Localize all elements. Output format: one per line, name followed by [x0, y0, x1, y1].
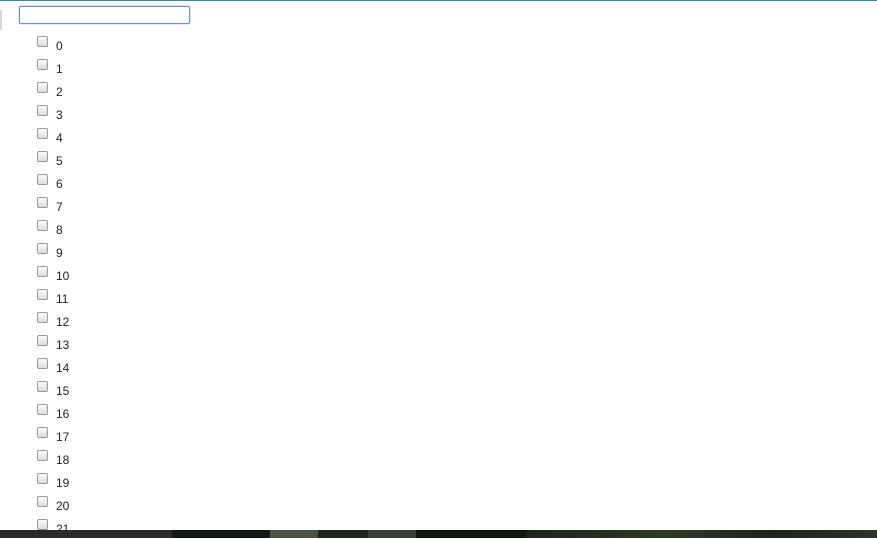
list-item: 12: [37, 309, 69, 332]
item-label: 13: [56, 337, 70, 352]
bottom-strip-segment: [318, 530, 368, 538]
list-item: 20: [37, 493, 69, 516]
checkbox[interactable]: [37, 266, 48, 277]
top-border: [0, 0, 877, 1]
list-item: 16: [37, 401, 69, 424]
item-label: 20: [56, 498, 70, 513]
bottom-strip-segment: [526, 530, 877, 538]
bottom-strip-segment: [270, 530, 318, 538]
list-item: 11: [37, 286, 69, 309]
item-label: 17: [56, 429, 70, 444]
checkbox[interactable]: [37, 82, 48, 93]
checkbox[interactable]: [37, 358, 48, 369]
item-label: 14: [56, 360, 70, 375]
list-item: 10: [37, 263, 69, 286]
list-item: 8: [37, 217, 69, 240]
item-label: 11: [56, 291, 69, 306]
list-item: 14: [37, 355, 69, 378]
item-label: 7: [56, 199, 63, 214]
item-label: 0: [56, 38, 63, 53]
item-label: 3: [56, 107, 63, 122]
bottom-strip-segment: [368, 530, 416, 538]
list-item: 15: [37, 378, 69, 401]
checkbox[interactable]: [37, 312, 48, 323]
list-item: 13: [37, 332, 69, 355]
item-label: 1: [56, 61, 63, 76]
checkbox[interactable]: [37, 496, 48, 507]
item-label: 12: [56, 314, 70, 329]
checkbox[interactable]: [37, 473, 48, 484]
checkbox[interactable]: [37, 404, 48, 415]
item-label: 15: [56, 383, 70, 398]
checkbox[interactable]: [37, 243, 48, 254]
item-label: 6: [56, 176, 63, 191]
item-label: 4: [56, 130, 63, 145]
checkbox[interactable]: [37, 450, 48, 461]
left-edge-mark: [0, 10, 2, 30]
list-item: 4: [37, 125, 69, 148]
item-label: 10: [56, 268, 70, 283]
checkbox[interactable]: [37, 427, 48, 438]
checkbox[interactable]: [37, 36, 48, 47]
checkbox[interactable]: [37, 381, 48, 392]
bottom-strip: [0, 530, 877, 538]
checkbox[interactable]: [37, 174, 48, 185]
item-label: 8: [56, 222, 63, 237]
checkbox[interactable]: [37, 151, 48, 162]
checkbox-list: 0 1 2 3 4 5 6 7 8 9 10 11 12 13 14 15 16 17 18 19 20 21: [37, 33, 69, 539]
list-item: 7: [37, 194, 69, 217]
checkbox[interactable]: [37, 128, 48, 139]
list-item: 1: [37, 56, 69, 79]
list-item: 5: [37, 148, 69, 171]
list-item: 18: [37, 447, 69, 470]
bottom-strip-segment: [172, 530, 270, 538]
list-item: 2: [37, 79, 69, 102]
checkbox[interactable]: [37, 289, 48, 300]
item-label: 9: [56, 245, 63, 260]
list-item: 9: [37, 240, 69, 263]
item-label: 16: [56, 406, 70, 421]
bottom-strip-segment: [0, 530, 172, 538]
item-label: 18: [56, 452, 70, 467]
list-item: 3: [37, 102, 69, 125]
list-item: 17: [37, 424, 69, 447]
item-label: 19: [56, 475, 70, 490]
list-item: 19: [37, 470, 69, 493]
checkbox[interactable]: [37, 519, 48, 530]
checkbox[interactable]: [37, 197, 48, 208]
checkbox[interactable]: [37, 220, 48, 231]
item-label: 2: [56, 84, 63, 99]
checkbox[interactable]: [37, 59, 48, 70]
search-input[interactable]: [19, 6, 190, 24]
checkbox[interactable]: [37, 105, 48, 116]
checkbox[interactable]: [37, 335, 48, 346]
item-label: 5: [56, 153, 63, 168]
list-item: 6: [37, 171, 69, 194]
bottom-strip-segment: [416, 530, 526, 538]
list-item: 0: [37, 33, 69, 56]
